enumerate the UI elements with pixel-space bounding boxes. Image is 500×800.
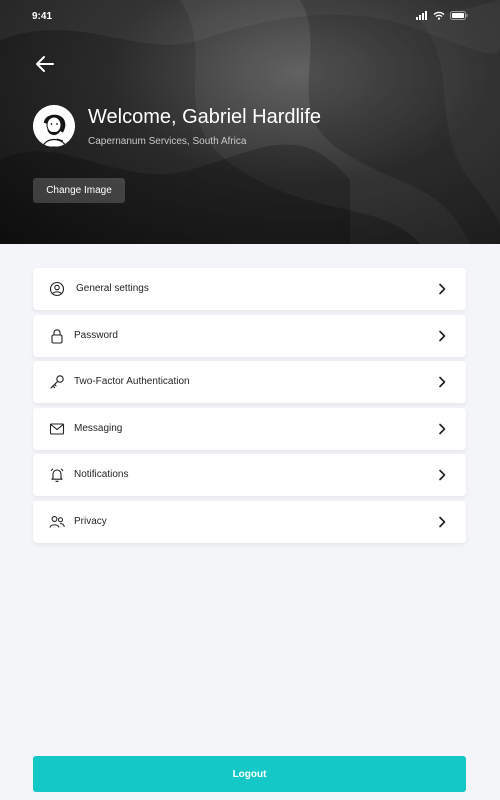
logout-button[interactable]: Logout bbox=[33, 756, 466, 792]
avatar-illustration bbox=[33, 105, 75, 147]
battery-icon bbox=[450, 11, 468, 20]
menu-item-label: Privacy bbox=[74, 515, 107, 527]
status-time: 9:41 bbox=[32, 11, 53, 22]
chevron-right-icon bbox=[439, 376, 446, 388]
signal-icon bbox=[416, 11, 427, 20]
menu-item-password[interactable]: Password bbox=[33, 314, 466, 357]
chevron-right-icon bbox=[439, 423, 446, 435]
status-bar: 9:41 bbox=[0, 0, 500, 34]
mail-icon bbox=[49, 423, 65, 435]
menu-item-notifications[interactable]: Notifications bbox=[33, 454, 466, 497]
settings-menu: General settings Password Two-Factor Aut… bbox=[33, 268, 466, 548]
company-location: Capernanum Services, South Africa bbox=[88, 136, 247, 147]
menu-item-privacy[interactable]: Privacy bbox=[33, 500, 466, 543]
welcome-heading: Welcome, Gabriel Hardlife bbox=[88, 106, 322, 128]
user-circle-icon bbox=[49, 281, 65, 297]
menu-item-messaging[interactable]: Messaging bbox=[33, 407, 466, 450]
lock-icon bbox=[51, 328, 63, 344]
menu-item-label: Two-Factor Authentication bbox=[74, 376, 190, 388]
chevron-right-icon bbox=[439, 516, 446, 528]
back-button[interactable] bbox=[33, 52, 57, 76]
status-icons bbox=[416, 11, 468, 20]
menu-item-general-settings[interactable]: General settings bbox=[33, 268, 466, 310]
change-image-button[interactable]: Change Image bbox=[33, 178, 125, 203]
users-icon bbox=[49, 516, 65, 528]
menu-item-label: Password bbox=[74, 329, 118, 341]
menu-item-label: General settings bbox=[76, 283, 149, 294]
key-icon bbox=[50, 375, 64, 389]
wifi-icon bbox=[433, 11, 445, 20]
chevron-right-icon bbox=[439, 283, 446, 295]
avatar bbox=[33, 105, 75, 147]
chevron-right-icon bbox=[439, 470, 446, 481]
bell-icon bbox=[50, 468, 64, 483]
menu-item-label: Messaging bbox=[74, 422, 123, 434]
chevron-right-icon bbox=[439, 330, 446, 341]
profile-header: 9:41 Welcome, Gabriel Hardlife Capernanu… bbox=[0, 0, 500, 244]
menu-item-two-factor-authentication[interactable]: Two-Factor Authentication bbox=[33, 361, 466, 404]
menu-item-label: Notifications bbox=[74, 469, 129, 481]
arrow-left-icon bbox=[36, 56, 54, 72]
